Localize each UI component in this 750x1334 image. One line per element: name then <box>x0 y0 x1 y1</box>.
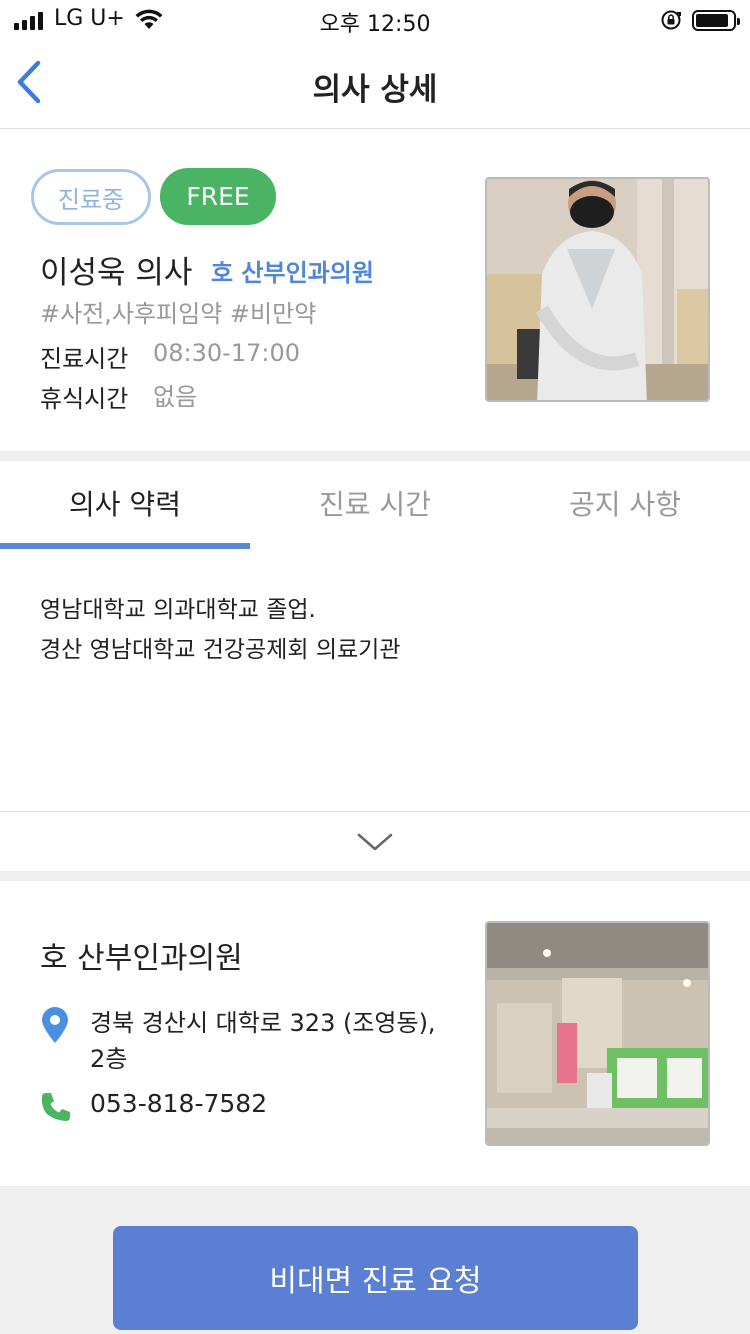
active-tab-indicator <box>0 543 250 549</box>
rotation-lock-icon <box>661 10 681 30</box>
request-consultation-button[interactable]: 비대면 진료 요청 <box>113 1226 638 1330</box>
expand-button[interactable] <box>0 811 750 871</box>
tab-bar: 의사 약력 진료 시간 공지 사항 <box>0 461 750 549</box>
break-value: 없음 <box>153 383 198 411</box>
hours-value: 08:30-17:00 <box>153 339 300 367</box>
doctor-photo <box>485 177 710 402</box>
doctor-name: 이성욱 의사 <box>40 255 193 291</box>
status-time: 오후 12:50 <box>319 12 431 37</box>
career-line: 경산 영남대학교 건강공제회 의료기관 <box>40 637 401 663</box>
free-badge: FREE <box>160 168 276 225</box>
clinic-card: 호 산부인과의원 경북 경산시 대학로 323 (조영동), 2층 053-81… <box>0 881 750 1186</box>
career-line: 영남대학교 의과대학교 졸업. <box>40 597 316 623</box>
break-label: 휴식시간 <box>40 385 129 413</box>
clinic-phone[interactable]: 053-818-7582 <box>90 1089 267 1118</box>
doctor-clinic-link[interactable]: 호 산부인과의원 <box>211 253 374 288</box>
doctor-card: 진료중 FREE 이성욱 의사 호 산부인과의원 #사전,사후피임약 #비만약 … <box>0 129 750 451</box>
page-title: 의사 상세 <box>312 72 438 108</box>
tab-notice[interactable]: 공지 사항 <box>500 461 750 549</box>
clinic-photo <box>485 921 710 1146</box>
clinic-name: 호 산부인과의원 <box>40 941 243 976</box>
tab-hours[interactable]: 진료 시간 <box>250 461 500 549</box>
section-divider <box>0 871 750 881</box>
status-badge: 진료중 <box>31 169 151 225</box>
battery-icon <box>692 10 740 31</box>
doctor-tags: #사전,사후피임약 #비만약 <box>40 300 317 328</box>
bottom-bar: 비대면 진료 요청 <box>0 1186 750 1334</box>
chevron-down-icon <box>357 833 393 851</box>
career-text: 영남대학교 의과대학교 졸업. 경산 영남대학교 건강공제회 의료기관 <box>40 590 720 670</box>
location-pin-icon <box>42 1007 68 1043</box>
status-bar: LG U+ 오후 12:50 <box>0 0 750 40</box>
hours-label: 진료시간 <box>40 345 129 373</box>
nav-bar: 의사 상세 <box>0 40 750 129</box>
section-divider <box>0 451 750 461</box>
clinic-address: 경북 경산시 대학로 323 (조영동), 2층 <box>90 1009 436 1073</box>
phone-icon <box>41 1093 70 1121</box>
tab-career[interactable]: 의사 약력 <box>0 461 250 549</box>
